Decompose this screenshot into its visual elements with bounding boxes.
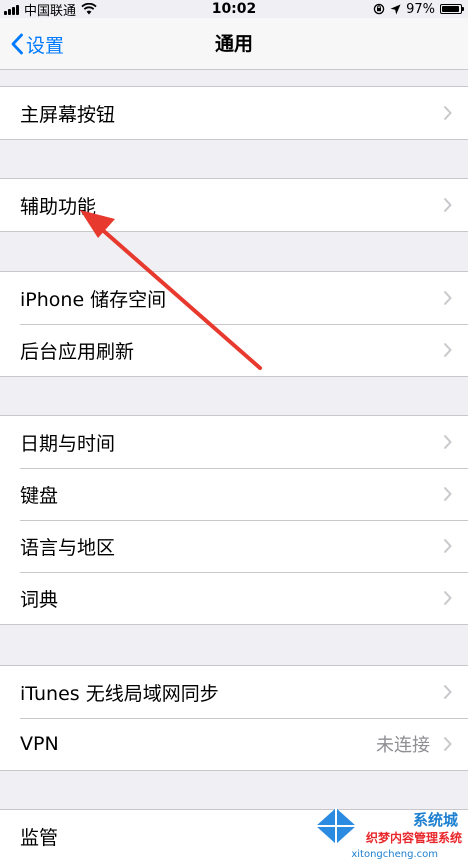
battery-icon	[440, 4, 464, 14]
row-accessibility[interactable]: 辅助功能	[0, 179, 468, 231]
row-label: 主屏幕按钮	[20, 103, 116, 126]
row-date-time[interactable]: 日期与时间	[0, 416, 468, 468]
chevron-right-icon	[443, 684, 452, 700]
watermark-subtext: 织梦内容管理系统	[365, 831, 462, 845]
chevron-right-icon	[443, 105, 452, 121]
watermark-text: 系统城	[412, 811, 458, 829]
group-locale: 日期与时间 键盘 语言与地区 词典	[0, 415, 468, 625]
chevron-right-icon	[443, 736, 452, 752]
chevron-right-icon	[443, 290, 452, 306]
chevron-right-icon	[443, 538, 452, 554]
row-background-refresh[interactable]: 后台应用刷新	[0, 324, 468, 376]
row-label: iPhone 储存空间	[20, 288, 167, 311]
row-vpn[interactable]: VPN 未连接	[0, 718, 468, 770]
row-keyboard[interactable]: 键盘	[0, 468, 468, 520]
chevron-right-icon	[443, 486, 452, 502]
row-label: 语言与地区	[20, 536, 116, 559]
battery-fill	[442, 6, 460, 12]
row-label: 日期与时间	[20, 432, 116, 455]
location-icon	[390, 4, 401, 14]
chevron-right-icon	[443, 342, 452, 358]
group-accessibility: 辅助功能	[0, 178, 468, 232]
row-dictionary[interactable]: 词典	[0, 572, 468, 624]
row-itunes-wifi-sync[interactable]: iTunes 无线局域网同步	[0, 666, 468, 718]
battery-percent: 97%	[406, 1, 435, 17]
row-label: 辅助功能	[20, 195, 97, 218]
page-title: 通用	[214, 33, 253, 55]
orientation-lock-icon	[373, 3, 385, 15]
group-home-button: 主屏幕按钮	[0, 86, 468, 140]
row-label: 键盘	[20, 484, 59, 507]
chevron-right-icon	[443, 434, 452, 450]
row-home-button[interactable]: 主屏幕按钮	[0, 87, 468, 139]
windows-logo-icon	[316, 808, 356, 844]
row-iphone-storage[interactable]: iPhone 储存空间	[0, 272, 468, 324]
row-language-region[interactable]: 语言与地区	[0, 520, 468, 572]
watermark-logo: 系统城 织梦内容管理系统 xitongcheng.com	[308, 800, 468, 862]
row-label: 监管	[20, 826, 59, 849]
watermark-url: xitongcheng.com	[351, 849, 438, 860]
group-storage: iPhone 储存空间 后台应用刷新	[0, 271, 468, 377]
chevron-right-icon	[443, 590, 452, 606]
chevron-right-icon	[443, 197, 452, 213]
group-network: iTunes 无线局域网同步 VPN 未连接	[0, 665, 468, 771]
row-label: 词典	[20, 588, 59, 611]
status-right: 97%	[373, 0, 464, 18]
navigation-bar: 设置 通用	[0, 18, 468, 70]
row-label: VPN	[20, 733, 59, 755]
status-bar: 中国联通 10:02 97%	[0, 0, 468, 19]
row-label: iTunes 无线局域网同步	[20, 682, 219, 705]
row-label: 后台应用刷新	[20, 340, 135, 363]
vpn-status-value: 未连接	[376, 735, 430, 756]
